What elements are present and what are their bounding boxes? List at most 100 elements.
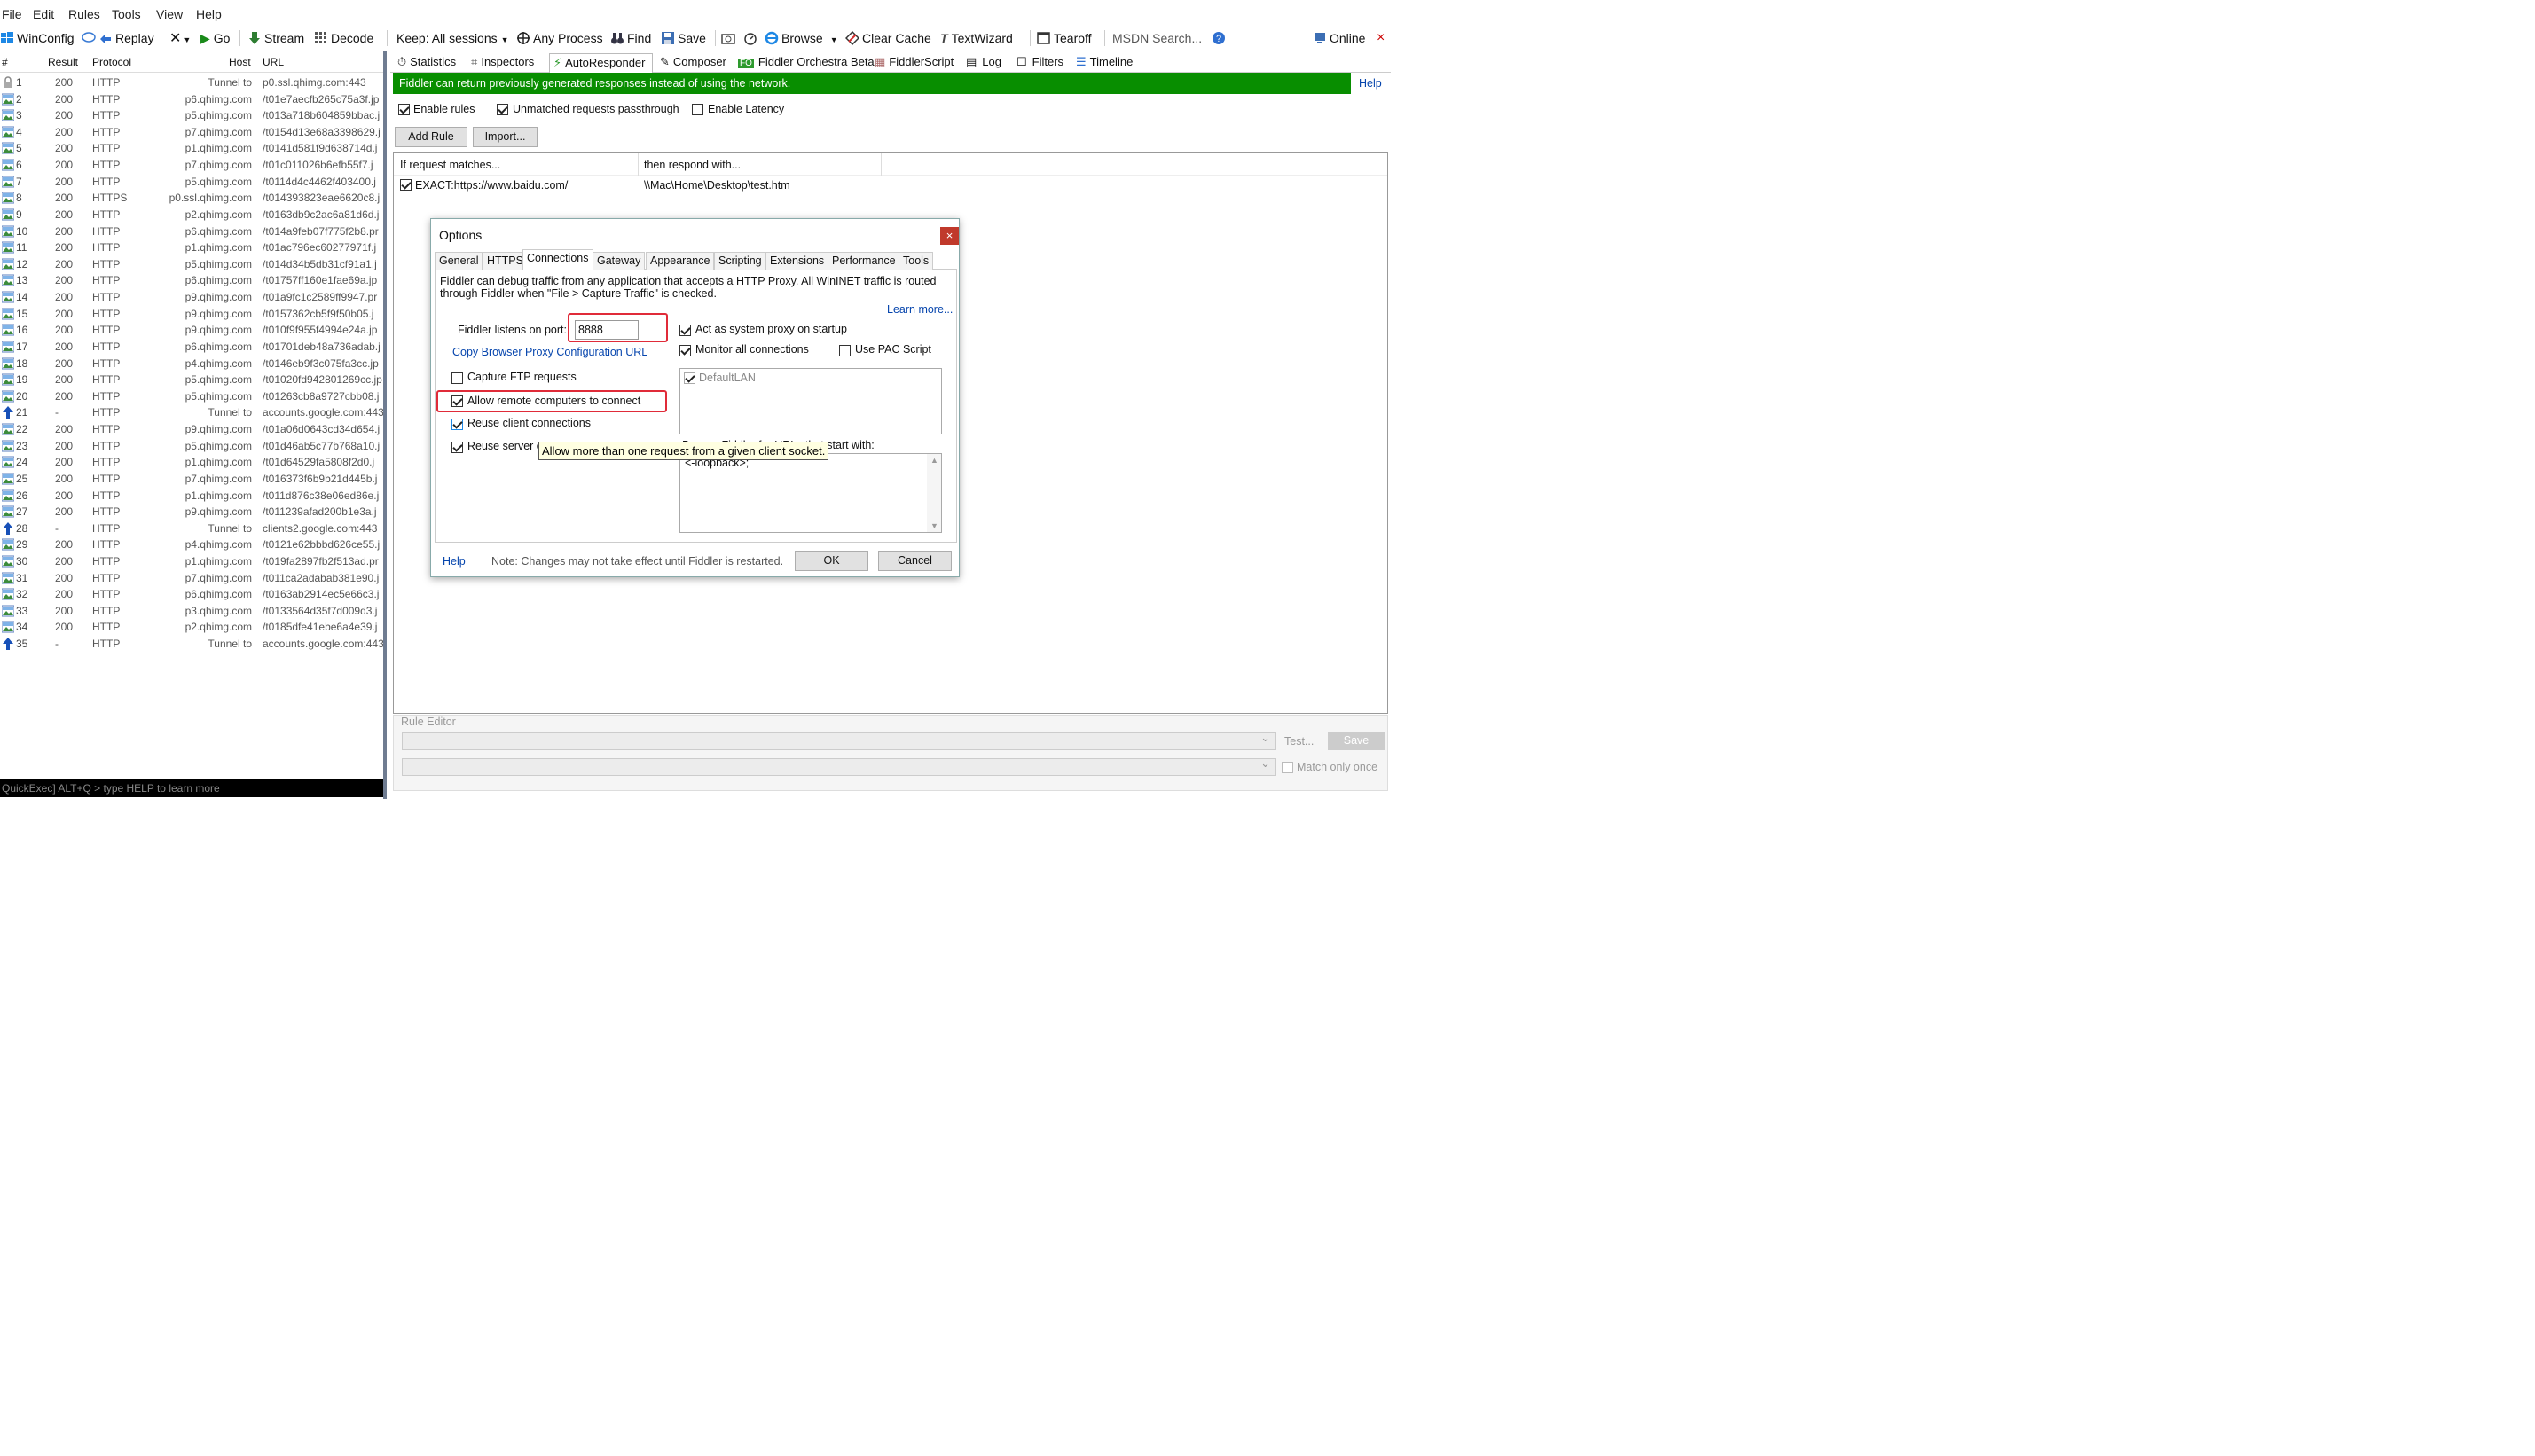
table-row[interactable]: 25 200 HTTP p7.qhimg.com/t016373f6b9b21d445… bbox=[0, 471, 383, 488]
table-row[interactable]: 9 200 HTTP p2.qhimg.com/t0163db9c2ac6a81d6d… bbox=[0, 207, 383, 223]
table-row[interactable]: 17 200 HTTP p6.qhimg.com/t01701deb48a736ada… bbox=[0, 339, 383, 356]
table-row[interactable]: 32 200 HTTP p6.qhimg.com/t0163ab2914ec5e66c… bbox=[0, 586, 383, 603]
any-process-button[interactable]: Any Process bbox=[516, 29, 603, 47]
rule-respond-combo[interactable] bbox=[402, 756, 1276, 776]
table-row[interactable]: 10 200 HTTP p6.qhimg.com/t014a9feb07f775f2b… bbox=[0, 223, 383, 240]
column-result[interactable]: Result bbox=[48, 56, 78, 68]
use-pac-checkbox[interactable] bbox=[839, 345, 851, 356]
rule-save-button[interactable]: Save bbox=[1328, 732, 1385, 750]
tab-gateway[interactable]: Gateway bbox=[593, 252, 646, 270]
unmatched-passthrough-checkbox[interactable] bbox=[497, 104, 508, 115]
online-status[interactable]: Online bbox=[1313, 29, 1365, 47]
column-protocol[interactable]: Protocol bbox=[92, 56, 131, 68]
table-row[interactable]: 22 200 HTTP p9.qhimg.com/t01a06d0643cd34d65… bbox=[0, 421, 383, 438]
rule-match-combo[interactable] bbox=[402, 731, 1276, 750]
tab-statistics[interactable]: ⏱ Statistics bbox=[394, 53, 456, 73]
clear-cache-button[interactable]: Clear Cache bbox=[845, 29, 931, 47]
tab-scripting[interactable]: Scripting bbox=[714, 252, 766, 270]
column-respond[interactable]: then respond with... bbox=[644, 159, 741, 171]
go-button[interactable]: ▶ Go bbox=[200, 29, 230, 47]
cancel-button[interactable]: Cancel bbox=[878, 551, 952, 571]
import-button[interactable]: Import... bbox=[473, 127, 538, 147]
learn-more-link[interactable]: Learn more... bbox=[887, 303, 953, 316]
column-host[interactable]: Host bbox=[229, 56, 251, 68]
scroll-down-icon[interactable]: ▼ bbox=[930, 521, 938, 530]
bypass-textarea[interactable]: <-loopback>; ▲ ▼ bbox=[679, 453, 942, 533]
table-row[interactable]: 19 200 HTTP p5.qhimg.com/t01020fd942801269c… bbox=[0, 372, 383, 388]
textwizard-button[interactable]: T TextWizard bbox=[940, 29, 1013, 47]
table-row[interactable]: 1 200 HTTP Tunnel to p0.ssl.qhimg.com:443 bbox=[0, 74, 383, 91]
column-match[interactable]: If request matches... bbox=[400, 159, 500, 171]
screenshot-button[interactable] bbox=[721, 29, 738, 47]
tab-https[interactable]: HTTPS bbox=[483, 252, 528, 270]
tab-inspectors[interactable]: ⌗ Inspectors bbox=[467, 53, 534, 73]
add-rule-button[interactable]: Add Rule bbox=[395, 127, 467, 147]
table-row[interactable]: 2 200 HTTP p6.qhimg.com/t01e7aecfb265c75a3f… bbox=[0, 91, 383, 108]
reuse-client-checkbox[interactable] bbox=[451, 419, 463, 430]
test-button[interactable]: Test... bbox=[1284, 735, 1314, 748]
dialog-help-link[interactable]: Help bbox=[443, 555, 466, 568]
menu-view[interactable]: View bbox=[156, 7, 183, 21]
tab-performance[interactable]: Performance bbox=[828, 252, 900, 270]
menu-tools[interactable]: Tools bbox=[112, 7, 141, 21]
vertical-scrollbar[interactable]: ▲ ▼ bbox=[927, 454, 941, 532]
timer-button[interactable] bbox=[743, 29, 760, 47]
table-row[interactable]: 3 200 HTTP p5.qhimg.com/t013a718b604859bbac… bbox=[0, 107, 383, 124]
winconfig-button[interactable]: WinConfig bbox=[0, 29, 75, 47]
tab-extensions[interactable]: Extensions bbox=[765, 252, 829, 270]
table-row[interactable]: 5 200 HTTP p1.qhimg.com/t0141d581f9d638714d… bbox=[0, 140, 383, 157]
quickexec-input[interactable]: QuickExec] ALT+Q > type HELP to learn mo… bbox=[0, 779, 383, 797]
table-row[interactable]: 28 - HTTP Tunnel to clients2.google.com:443 bbox=[0, 521, 383, 537]
find-button[interactable]: Find bbox=[610, 29, 651, 47]
tab-autoresponder[interactable]: ⚡ AutoResponder bbox=[549, 53, 653, 73]
msdn-search-box[interactable]: MSDN Search... bbox=[1112, 29, 1202, 47]
table-row[interactable]: 23 200 HTTP p5.qhimg.com/t01d46ab5c77b768a1… bbox=[0, 438, 383, 455]
table-row[interactable]: 18 200 HTTP p4.qhimg.com/t0146eb9f3c075fa3c… bbox=[0, 356, 383, 372]
column-number[interactable]: # bbox=[2, 56, 8, 68]
tab-log[interactable]: ▤ Log bbox=[962, 53, 1001, 73]
table-row[interactable]: 26 200 HTTP p1.qhimg.com/t011d876c38e06ed86… bbox=[0, 488, 383, 505]
decode-button[interactable]: Decode bbox=[314, 29, 373, 47]
table-row[interactable]: 11 200 HTTP p1.qhimg.com/t01ac796ec60277971… bbox=[0, 239, 383, 256]
scroll-up-icon[interactable]: ▲ bbox=[930, 456, 938, 465]
table-row[interactable]: 24 200 HTTP p1.qhimg.com/t01d64529fa5808f2d… bbox=[0, 454, 383, 471]
menu-file[interactable]: File bbox=[2, 7, 22, 21]
keep-sessions-dropdown[interactable]: Keep: All sessions ▼ bbox=[396, 29, 509, 47]
reuse-server-checkbox[interactable] bbox=[451, 442, 463, 453]
capture-ftp-checkbox[interactable] bbox=[451, 372, 463, 384]
menu-edit[interactable]: Edit bbox=[33, 7, 54, 21]
table-row[interactable]: 8 200 HTTPS p0.ssl.qhimg.com/t014393823eae6… bbox=[0, 190, 383, 207]
remove-button[interactable]: ✕ ▼ bbox=[169, 29, 191, 47]
table-row[interactable]: 14 200 HTTP p9.qhimg.com/t01a9fc1c2589ff994… bbox=[0, 289, 383, 306]
menu-rules[interactable]: Rules bbox=[68, 7, 100, 21]
lan-list[interactable]: DefaultLAN bbox=[679, 368, 942, 434]
tab-fiddler-orchestra[interactable]: FO Fiddler Orchestra Beta bbox=[734, 53, 875, 73]
table-row[interactable]: 4 200 HTTP p7.qhimg.com/t0154d13e68a3398629… bbox=[0, 124, 383, 141]
monitor-all-checkbox[interactable] bbox=[679, 345, 691, 356]
close-icon[interactable]: × bbox=[940, 227, 959, 245]
tab-composer[interactable]: ✎ Composer bbox=[656, 53, 726, 73]
tab-connections[interactable]: Connections bbox=[522, 249, 593, 270]
enable-latency-checkbox[interactable] bbox=[692, 104, 703, 115]
session-list[interactable]: # Result Protocol Host URL 1 200 HTTP Tunne… bbox=[0, 51, 383, 779]
copy-pac-url-link[interactable]: Copy Browser Proxy Configuration URL bbox=[452, 346, 647, 358]
save-button[interactable]: Save bbox=[661, 29, 706, 47]
tab-fiddlerscript[interactable]: ▦ FiddlerScript bbox=[871, 53, 954, 73]
enable-rules-checkbox[interactable] bbox=[398, 104, 410, 115]
table-row[interactable]: 29 200 HTTP p4.qhimg.com/t0121e62bbbd626ce5… bbox=[0, 536, 383, 553]
stream-button[interactable]: Stream bbox=[247, 29, 304, 47]
match-only-once-checkbox[interactable] bbox=[1282, 762, 1293, 773]
replay-button[interactable]: Replay bbox=[82, 29, 154, 47]
tab-timeline[interactable]: ☰ Timeline bbox=[1072, 53, 1133, 73]
rule-enabled-checkbox[interactable] bbox=[400, 179, 412, 191]
table-row[interactable]: 6 200 HTTP p7.qhimg.com/t01c011026b6efb55f7… bbox=[0, 157, 383, 174]
table-row[interactable]: 30 200 HTTP p1.qhimg.com/t019fa2897fb2f513a… bbox=[0, 553, 383, 570]
table-row[interactable]: 34 200 HTTP p2.qhimg.com/t0185dfe41ebe6a4e3… bbox=[0, 619, 383, 636]
table-row[interactable]: 33 200 HTTP p3.qhimg.com/t0133564d35f7d009d… bbox=[0, 603, 383, 620]
tab-tools[interactable]: Tools bbox=[899, 252, 934, 270]
rule-row[interactable]: EXACT:https://www.baidu.com/ \\Mac\Home\… bbox=[394, 176, 1387, 194]
pane-splitter[interactable] bbox=[383, 51, 387, 799]
tab-appearance[interactable]: Appearance bbox=[646, 252, 715, 270]
table-row[interactable]: 15 200 HTTP p9.qhimg.com/t0157362cb5f9f50b0… bbox=[0, 306, 383, 323]
menu-help[interactable]: Help bbox=[196, 7, 222, 21]
